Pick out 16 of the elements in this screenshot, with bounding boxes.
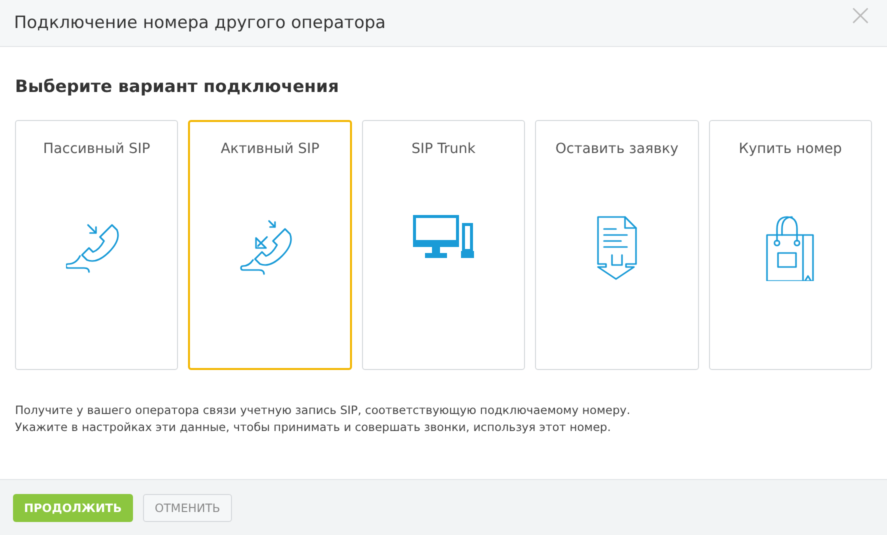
description-text: Получите у вашего оператора связи учетную запись SIP, соответствующую подключаемому номеру. bbox=[15, 403, 632, 417]
option-card[interactable]: Активный SIP bbox=[188, 120, 352, 370]
option-label: Активный SIP bbox=[220, 141, 320, 157]
shopping-bag-icon bbox=[765, 215, 816, 281]
description-text: Укажите в настройках эти данные, чтобы принимать и совершать звонки, используя этот номер. bbox=[15, 420, 612, 434]
section-heading: Выберите вариант подключения bbox=[15, 77, 340, 97]
document-download-icon bbox=[596, 215, 638, 281]
option-label: Купить номер bbox=[738, 141, 842, 157]
option-label: Пассивный SIP bbox=[43, 141, 150, 157]
option-card[interactable]: Пассивный SIP bbox=[15, 120, 178, 370]
option-label: Оставить заявку bbox=[555, 141, 678, 157]
option-card[interactable]: SIP Trunk bbox=[362, 120, 526, 370]
window-title: Подключение номера другого оператора bbox=[14, 13, 386, 33]
option-label: SIP Trunk bbox=[412, 141, 476, 157]
option-card[interactable]: Купить номер bbox=[708, 120, 872, 370]
option-card[interactable]: Оставить заявку bbox=[535, 120, 699, 370]
